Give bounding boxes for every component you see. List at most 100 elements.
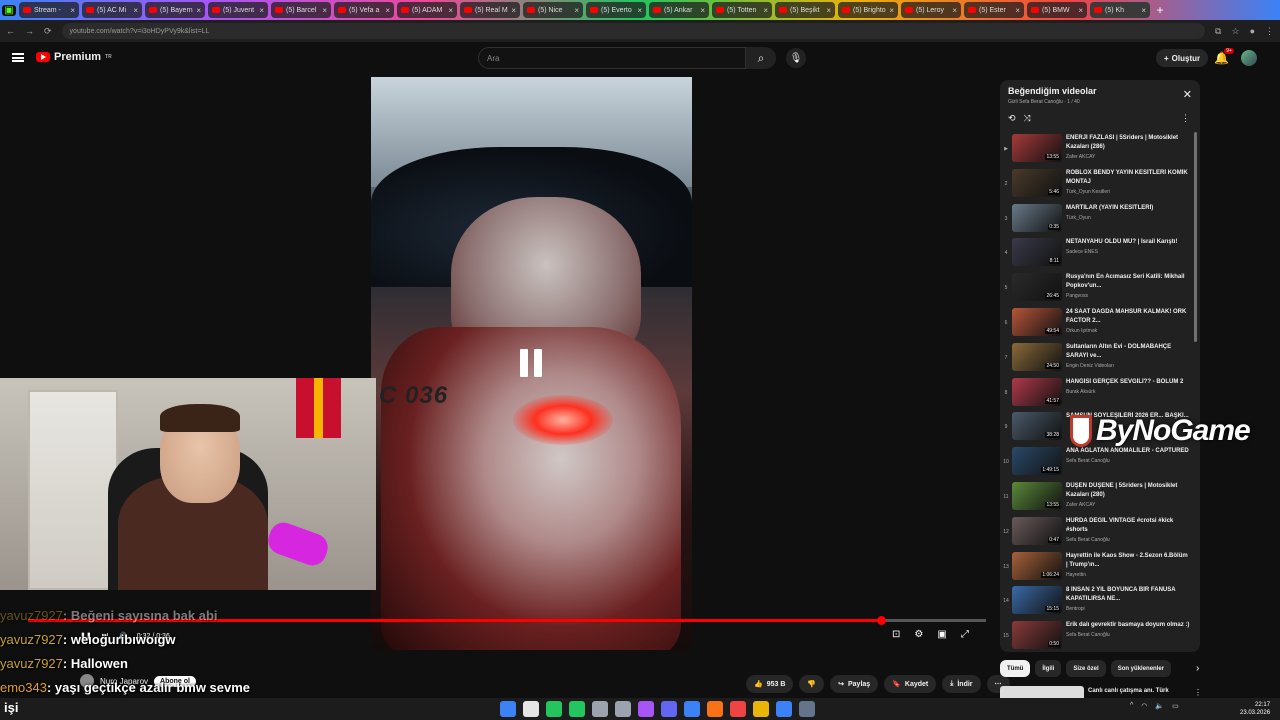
taskbar-app-icon[interactable]: [615, 701, 631, 717]
playlist-item-title[interactable]: NETANYAHU ÖLDÜ MÜ? | İsrail Karıştı!: [1066, 238, 1190, 247]
search-input[interactable]: Ara: [478, 47, 746, 69]
close-icon[interactable]: ✕: [1183, 88, 1192, 101]
browser-tab[interactable]: (5) Everto ×: [586, 2, 646, 18]
chevron-up-icon[interactable]: ^: [1130, 702, 1133, 710]
browser-menu-icon[interactable]: ⋮: [1265, 26, 1274, 37]
playlist-item-title[interactable]: ROBLOX BENDY YAYIN KESİTLERİ KOMİK MONTA…: [1066, 169, 1190, 187]
browser-tab[interactable]: Stream - ×: [19, 2, 79, 18]
playlist-thumbnail[interactable]: 49:54: [1012, 307, 1062, 336]
close-tab-icon[interactable]: ×: [889, 6, 894, 15]
scrubber-handle[interactable]: [876, 616, 886, 625]
fullscreen-icon[interactable]: ⤢: [961, 629, 969, 640]
playlist-thumbnail[interactable]: 15:15: [1012, 586, 1062, 615]
recommendation-title[interactable]: Canlı canlı çatışma anı. Türk: [1088, 688, 1169, 694]
action-button[interactable]: ⤓ İndir: [942, 675, 981, 693]
taskbar-app-icon[interactable]: [500, 701, 516, 717]
battery-icon[interactable]: ▭: [1172, 702, 1179, 710]
taskbar-app-icon[interactable]: [661, 701, 677, 717]
filter-chip[interactable]: Size özel: [1066, 660, 1106, 677]
close-tab-icon[interactable]: ×: [700, 6, 705, 15]
settings-icon[interactable]: ⚙: [914, 629, 923, 640]
recommendation-item[interactable]: Canlı canlı çatışma anı. Türk ⋮: [1000, 686, 1202, 698]
playlist-item[interactable]: 12 0:47 HURDA DEĞİL VINTAGE #crotsi #kick …: [1000, 515, 1196, 550]
playlist-item-title[interactable]: 8 İNSAN 2 YIL BOYUNCA BİR FANUSA KAPATIL…: [1066, 586, 1190, 604]
browser-tab[interactable]: (5) Bayern ×: [145, 2, 205, 18]
close-tab-icon[interactable]: ×: [1078, 6, 1083, 15]
playlist-thumbnail[interactable]: 13:55: [1012, 134, 1062, 162]
taskbar-app-icon[interactable]: [523, 701, 539, 717]
close-tab-icon[interactable]: ×: [133, 6, 138, 15]
browser-tab[interactable]: (5) Juvent ×: [208, 2, 268, 18]
close-tab-icon[interactable]: ×: [826, 6, 831, 15]
browser-tab[interactable]: (5) Leroy ×: [901, 2, 961, 18]
bookmark-star-icon[interactable]: ☆: [1231, 26, 1239, 37]
playlist-item[interactable]: 4 8:11 NETANYAHU ÖLDÜ MÜ? | İsrail Karıştı…: [1000, 236, 1196, 271]
taskbar-app-icon[interactable]: [753, 701, 769, 717]
playlist-item-title[interactable]: 24 SAAT DAĞDA MAHSUR KALMAK! ORK FACTOR …: [1066, 308, 1190, 326]
playlist-item[interactable]: 5 26:45 Rusya'nın En Acımasız Seri Katili:…: [1000, 271, 1196, 306]
browser-tab[interactable]: (5) Ankar ×: [649, 2, 709, 18]
search-button[interactable]: ⌕: [746, 47, 776, 69]
browser-tab[interactable]: (5) Vefa a ×: [334, 2, 394, 18]
close-tab-icon[interactable]: ×: [1015, 6, 1020, 15]
extensions-icon[interactable]: ⧉: [1215, 26, 1221, 37]
playlist-scrollbar[interactable]: [1194, 132, 1197, 342]
close-tab-icon[interactable]: ×: [259, 6, 264, 15]
playlist-item[interactable]: 10 1:49:15 ANA AĞLATAN ANOMALİLER - CAPTUR…: [1000, 445, 1196, 480]
action-button[interactable]: 👎: [799, 675, 825, 693]
taskbar-app-icon[interactable]: [730, 701, 746, 717]
playlist-item[interactable]: 7 24:50 Sultanların Altın Evi - DOLMABAHÇE…: [1000, 341, 1196, 376]
profile-icon[interactable]: ●: [1250, 26, 1255, 36]
playlist-thumbnail[interactable]: 26:45: [1012, 273, 1062, 302]
back-icon[interactable]: ←: [6, 26, 15, 36]
playlist-item-title[interactable]: HURDA DEĞİL VINTAGE #crotsi #kick #short…: [1066, 517, 1190, 535]
create-button[interactable]: + Oluştur: [1156, 49, 1209, 67]
miniplayer-icon[interactable]: ▣: [937, 629, 946, 640]
filter-chip[interactable]: İlgili: [1035, 660, 1062, 677]
taskbar-app-icon[interactable]: [707, 701, 723, 717]
playlist-thumbnail[interactable]: 5:46: [1012, 168, 1062, 197]
playlist-item-title[interactable]: Sultanların Altın Evi - DOLMABAHÇE SARAY…: [1066, 343, 1190, 361]
browser-tab[interactable]: (5) AC Mi ×: [82, 2, 142, 18]
action-button[interactable]: 👍 953 B: [746, 675, 794, 693]
playlist-thumbnail[interactable]: 1:06:24: [1012, 551, 1062, 580]
playlist-item-title[interactable]: MARTILAR (YAYIN KESİTLERİ): [1066, 204, 1190, 213]
pause-icon[interactable]: [520, 349, 544, 377]
youtube-logo[interactable]: Premium TR: [36, 51, 112, 63]
playlist-item[interactable]: ▶ 13:55 ENERJİ FAZLASI | 5Sriders | Motosi…: [1000, 132, 1196, 167]
recommendation-thumbnail[interactable]: [1000, 686, 1084, 698]
browser-tab[interactable]: (5) Brighto ×: [838, 2, 898, 18]
taskbar-app-icon[interactable]: [546, 701, 562, 717]
playlist-item-title[interactable]: DÜŞEN DÜŞENE | 5Sriders | Motosiklet Kaz…: [1066, 482, 1190, 500]
playlist-thumbnail[interactable]: 8:11: [1012, 238, 1062, 267]
close-tab-icon[interactable]: ×: [385, 6, 390, 15]
browser-tab[interactable]: (5) Real M ×: [460, 2, 520, 18]
taskbar-app-icon[interactable]: [638, 701, 654, 717]
new-tab-icon[interactable]: +: [1153, 3, 1167, 17]
playlist-item[interactable]: 8 41:57 HANGİSİ GERÇEK SEVGİLİ?? - BÖLÜM 2…: [1000, 376, 1196, 411]
playlist-thumbnail[interactable]: 24:50: [1012, 342, 1062, 371]
action-button[interactable]: ↪ Paylaş: [830, 675, 879, 693]
close-tab-icon[interactable]: ×: [637, 6, 642, 15]
playlist-thumbnail[interactable]: 41:57: [1012, 377, 1062, 406]
browser-tab[interactable]: (5) Kh ×: [1090, 2, 1150, 18]
voice-search-button[interactable]: 🎙: [786, 48, 806, 68]
reload-icon[interactable]: ⟳: [44, 26, 52, 37]
close-tab-icon[interactable]: ×: [952, 6, 957, 15]
taskbar-app-icon[interactable]: [684, 701, 700, 717]
speaker-icon[interactable]: 🔈: [1155, 702, 1164, 710]
playlist-thumbnail[interactable]: 13:55: [1012, 481, 1062, 510]
close-tab-icon[interactable]: ×: [763, 6, 768, 15]
playlist-item-title[interactable]: ANA AĞLATAN ANOMALİLER - CAPTURED: [1066, 447, 1190, 456]
close-tab-icon[interactable]: ×: [574, 6, 579, 15]
playlist-item-title[interactable]: Erik dalı gevrektir basmaya doyum olmaz …: [1066, 621, 1190, 630]
taskbar-app-icon[interactable]: [569, 701, 585, 717]
taskbar-app-icon[interactable]: [592, 701, 608, 717]
browser-tab[interactable]: (5) Barcel ×: [271, 2, 331, 18]
playlist-thumbnail[interactable]: 0:47: [1012, 516, 1062, 545]
loop-icon[interactable]: ⟲: [1008, 113, 1016, 124]
account-avatar[interactable]: [1241, 50, 1257, 66]
notifications-button[interactable]: 🔔 9+: [1214, 48, 1234, 65]
playlist-item[interactable]: 2 5:46 ROBLOX BENDY YAYIN KESİTLERİ KOMİK …: [1000, 167, 1196, 202]
video-player[interactable]: C 036: [371, 77, 692, 650]
